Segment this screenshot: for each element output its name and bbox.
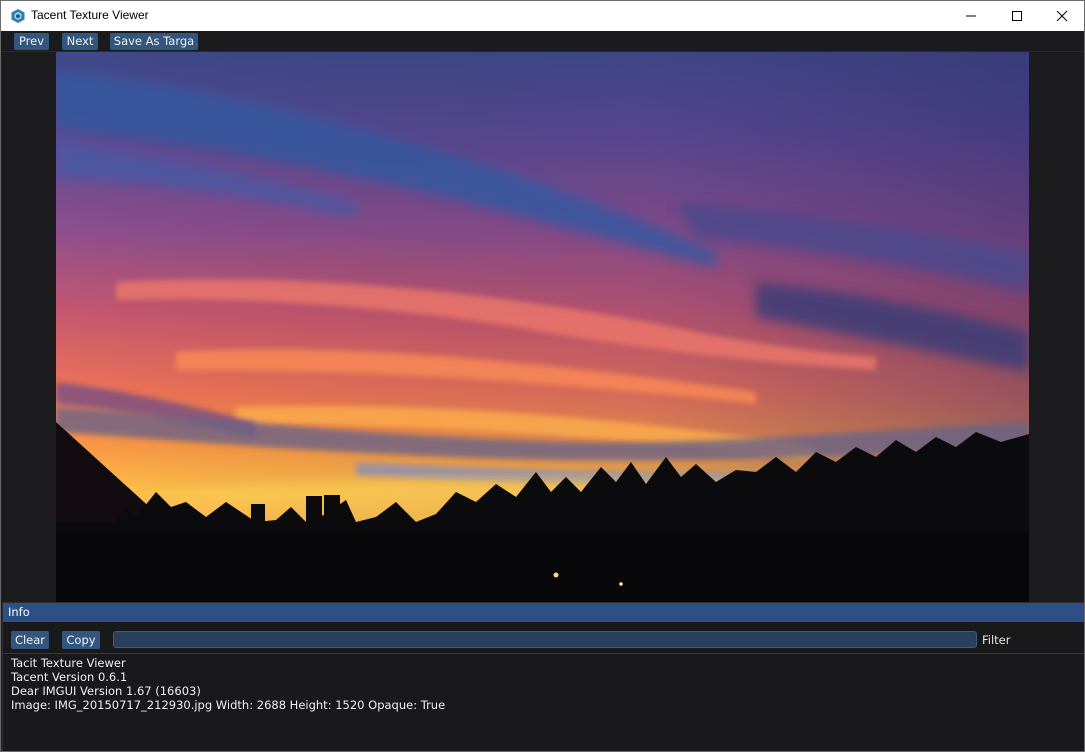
toolbar: Prev Next Save As Targa xyxy=(1,31,1084,52)
log-line: Tacit Texture Viewer xyxy=(11,656,126,670)
filter-input[interactable] xyxy=(113,631,977,648)
title-bar[interactable]: Tacent Texture Viewer xyxy=(1,1,1084,31)
minimize-icon xyxy=(966,15,976,17)
save-as-targa-button[interactable]: Save As Targa xyxy=(110,33,198,50)
divider xyxy=(3,653,1084,654)
app-window: Tacent Texture Viewer Prev Next Save As … xyxy=(0,0,1085,752)
close-button[interactable] xyxy=(1039,1,1084,31)
filter-label: Filter xyxy=(982,633,1011,647)
window-title: Tacent Texture Viewer xyxy=(31,8,149,22)
log-line: Image: IMG_20150717_212930.jpg Width: 26… xyxy=(11,698,446,712)
image-viewport[interactable] xyxy=(1,52,1084,602)
maximize-icon xyxy=(1012,11,1022,21)
log-line: Dear IMGUI Version 1.67 (16603) xyxy=(11,684,201,698)
close-icon xyxy=(1056,10,1068,22)
prev-button[interactable]: Prev xyxy=(14,33,49,50)
clear-button[interactable]: Clear xyxy=(11,631,49,649)
copy-button[interactable]: Copy xyxy=(62,631,100,649)
next-button[interactable]: Next xyxy=(62,33,98,50)
minimize-button[interactable] xyxy=(948,1,994,31)
maximize-button[interactable] xyxy=(994,1,1040,31)
info-panel-header[interactable]: Info xyxy=(3,603,1084,622)
log-output: Tacit Texture Viewer Tacent Version 0.6.… xyxy=(11,656,1071,712)
texture-image xyxy=(56,52,1029,602)
info-panel: Info Clear Copy Filter Tacit Texture Vie… xyxy=(2,602,1084,751)
app-icon xyxy=(11,9,25,23)
log-line: Tacent Version 0.6.1 xyxy=(11,670,128,684)
